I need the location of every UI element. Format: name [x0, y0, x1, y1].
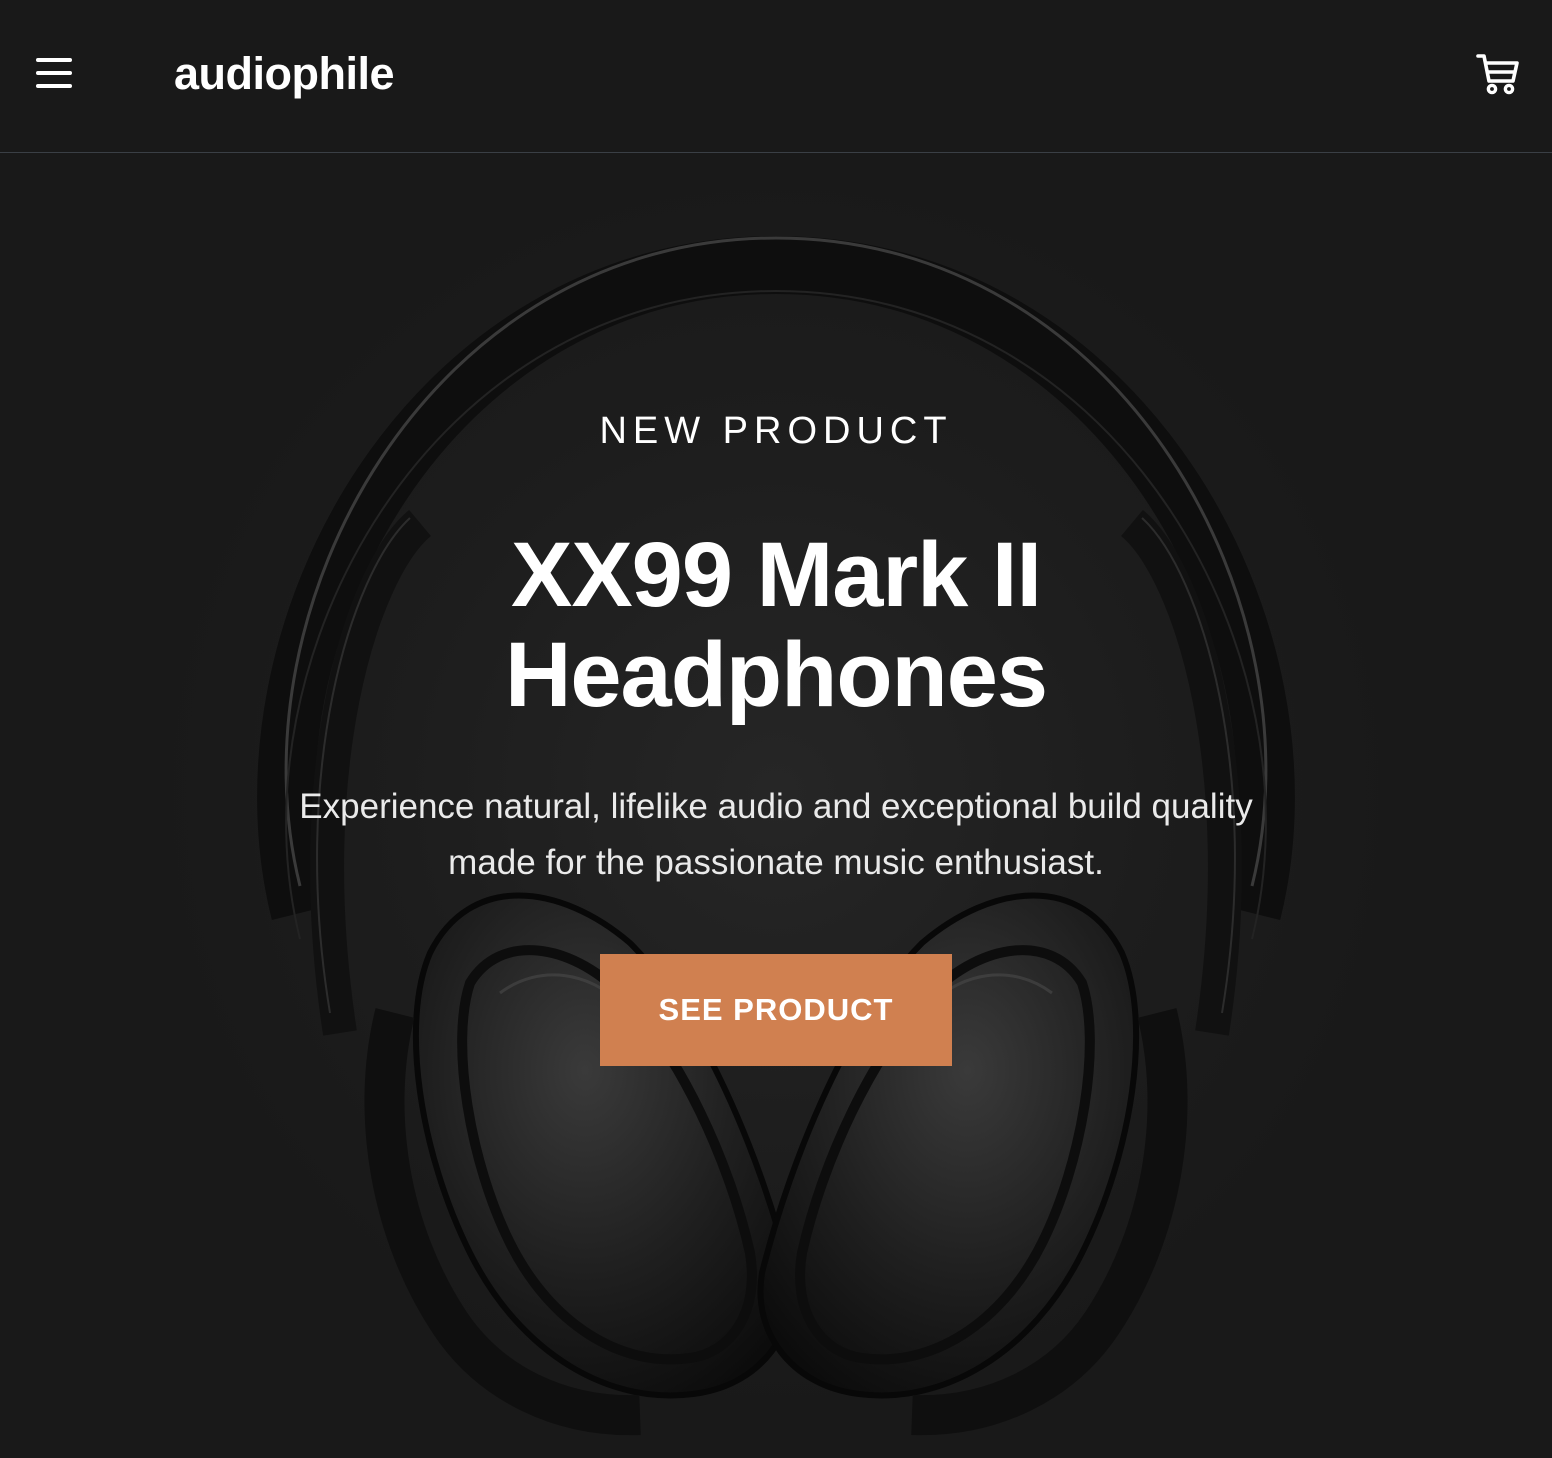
hero-description: Experience natural, lifelike audio and e…	[299, 787, 1253, 882]
site-header: audiophile	[0, 0, 1552, 153]
hero-content: NEW PRODUCT XX99 Mark II Headphones Expe…	[0, 153, 1552, 1458]
see-product-button[interactable]: SEE PRODUCT	[600, 954, 952, 1066]
hero-overline: NEW PRODUCT	[599, 410, 953, 452]
shopping-cart-icon[interactable]	[1474, 50, 1522, 98]
hero-section: NEW PRODUCT XX99 Mark II Headphones Expe…	[0, 153, 1552, 1458]
hamburger-menu-icon[interactable]	[34, 56, 74, 90]
menu-bar	[36, 84, 72, 88]
cart-svg	[1476, 54, 1519, 95]
page: audiophile NEW PRODUCT XX99 Mark II Head…	[0, 0, 1552, 1458]
menu-bar	[36, 58, 72, 62]
menu-bar	[36, 71, 72, 75]
site-logo[interactable]: audiophile	[174, 48, 395, 100]
hero-title: XX99 Mark II Headphones	[0, 525, 1552, 725]
hero-title-line2: Headphones	[504, 624, 1048, 726]
hero-title-line1: XX99 Mark II	[510, 524, 1042, 626]
